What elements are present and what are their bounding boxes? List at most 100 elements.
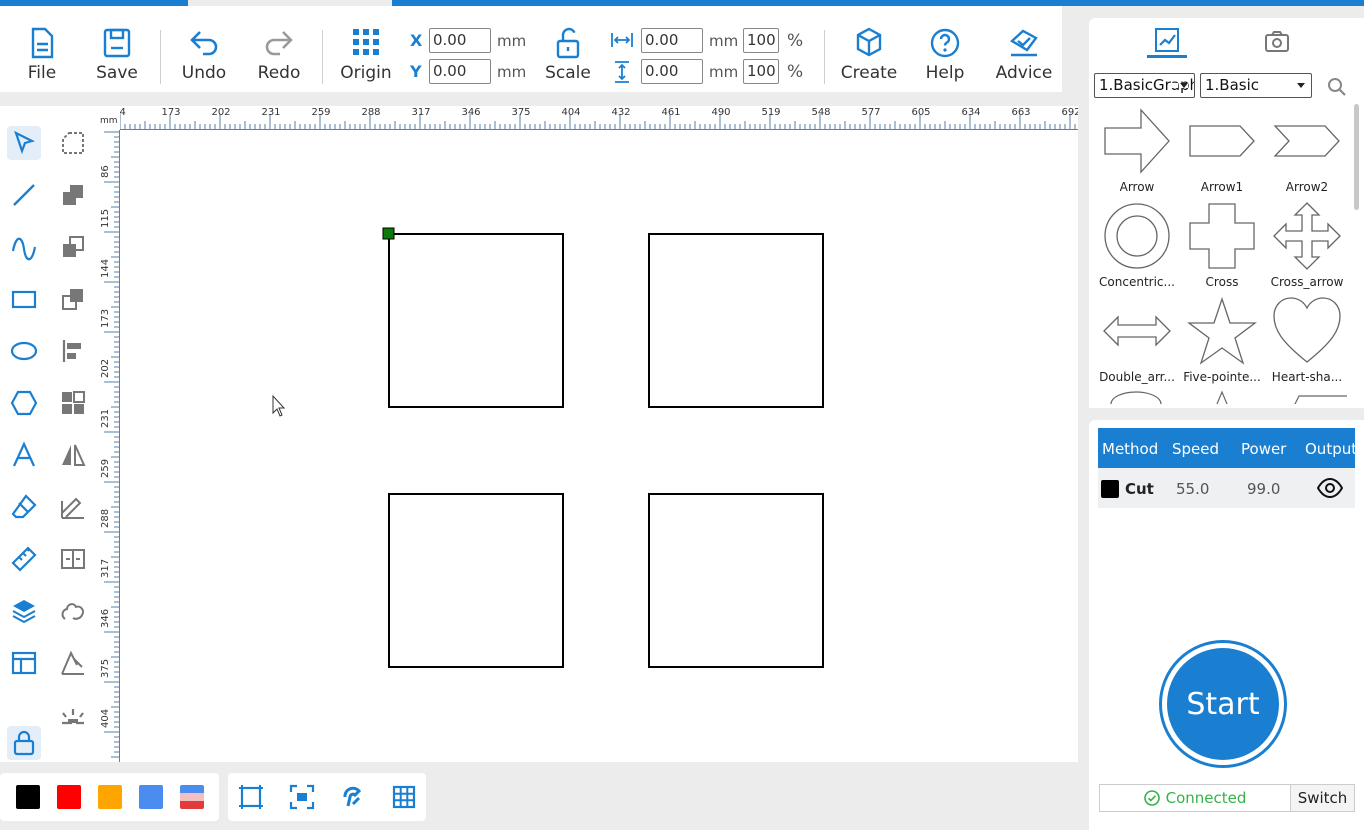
shape-cross-arrow[interactable]: Cross_arrow bbox=[1265, 201, 1349, 295]
help-label: Help bbox=[925, 63, 965, 83]
align-left-tool[interactable] bbox=[56, 334, 90, 368]
y-unit: mm bbox=[497, 63, 527, 81]
shape-arrow[interactable]: Arrow bbox=[1095, 106, 1179, 200]
eye-icon[interactable] bbox=[1317, 478, 1343, 498]
curve-tool[interactable] bbox=[7, 230, 41, 264]
subcategory-select[interactable]: 1.Basic bbox=[1200, 73, 1312, 98]
layout-tool[interactable] bbox=[7, 646, 41, 680]
grid-button[interactable] bbox=[389, 783, 419, 811]
measure-pen-tool[interactable] bbox=[56, 490, 90, 524]
cross-arrow-shape-icon bbox=[1273, 202, 1341, 270]
line-icon bbox=[13, 184, 35, 206]
advice-button[interactable]: Advice bbox=[990, 6, 1058, 92]
square-shape[interactable] bbox=[648, 233, 824, 408]
layer-table-header: Method Speed Power Output bbox=[1098, 428, 1357, 468]
height-input[interactable]: 0.00 bbox=[641, 59, 703, 84]
y-label: Y bbox=[410, 62, 422, 81]
combine-tool[interactable] bbox=[56, 178, 90, 212]
square-shape[interactable] bbox=[388, 233, 564, 408]
shape-heart[interactable]: Heart-sha... bbox=[1265, 296, 1349, 390]
layers-tool[interactable] bbox=[7, 594, 41, 628]
file-button[interactable]: File bbox=[18, 6, 66, 92]
text-tool[interactable] bbox=[7, 438, 41, 472]
origin-button[interactable]: Origin bbox=[336, 6, 396, 92]
outline-tool[interactable] bbox=[56, 594, 90, 628]
height-percent-input[interactable]: 100 bbox=[743, 59, 779, 84]
eraser-tool[interactable] bbox=[7, 490, 41, 524]
layers-icon bbox=[12, 600, 36, 624]
fit-page-button[interactable] bbox=[236, 783, 266, 811]
shape-cross[interactable]: Cross bbox=[1180, 201, 1264, 295]
text-icon bbox=[12, 441, 36, 467]
width-percent-sign: % bbox=[787, 31, 804, 51]
search-icon[interactable] bbox=[1327, 77, 1347, 97]
shape-list-scrollbar[interactable] bbox=[1354, 104, 1359, 210]
shape-library-panel: 1.BasicGraph 1.Basic Arrow Arrow1 Arrow2… bbox=[1089, 18, 1364, 408]
next-row-shapes bbox=[1110, 390, 1347, 404]
save-button[interactable]: Save bbox=[92, 6, 142, 92]
chevron-down-icon bbox=[1180, 83, 1188, 88]
x-position-input[interactable]: 0.00 bbox=[429, 28, 491, 53]
help-button[interactable]: Help bbox=[920, 6, 970, 92]
width-input[interactable]: 0.00 bbox=[641, 28, 703, 53]
layer-row[interactable]: Cut 55.0 99.0 bbox=[1098, 468, 1355, 508]
layout-icon bbox=[11, 651, 37, 675]
tab-graphics[interactable] bbox=[1147, 24, 1187, 58]
selection-handle[interactable] bbox=[382, 227, 395, 240]
redo-icon bbox=[265, 31, 293, 56]
ruler-tool[interactable] bbox=[7, 542, 41, 576]
redo-button[interactable]: Redo bbox=[252, 6, 306, 92]
shape-name: Cross_arrow bbox=[1270, 275, 1344, 289]
layer-power: 99.0 bbox=[1247, 480, 1281, 498]
copy-tool[interactable] bbox=[56, 230, 90, 264]
shape-arrow2[interactable]: Arrow2 bbox=[1265, 106, 1349, 200]
camera-icon bbox=[1265, 31, 1289, 52]
width-percent-input[interactable]: 100 bbox=[743, 28, 779, 53]
polygon-tool[interactable] bbox=[7, 386, 41, 420]
split-tool[interactable] bbox=[56, 542, 90, 576]
square-shape[interactable] bbox=[648, 493, 824, 668]
select-tool[interactable] bbox=[7, 126, 41, 160]
shape-name: Five-pointe... bbox=[1183, 370, 1261, 384]
scale-lock-button[interactable]: Scale bbox=[540, 6, 596, 92]
color-swatch-red[interactable] bbox=[57, 785, 81, 809]
layer-color-chip[interactable] bbox=[1101, 480, 1119, 498]
tab-camera[interactable] bbox=[1257, 24, 1297, 58]
grid-icon bbox=[392, 785, 416, 809]
color-swatch-blue[interactable] bbox=[139, 785, 163, 809]
undo-button[interactable]: Undo bbox=[176, 6, 232, 92]
path-pen-tool[interactable] bbox=[56, 646, 90, 680]
highlight-tool[interactable] bbox=[56, 698, 90, 732]
array-tool[interactable] bbox=[56, 386, 90, 420]
shape-star[interactable]: Five-pointe... bbox=[1180, 296, 1264, 390]
node-edit-tool[interactable] bbox=[56, 126, 90, 160]
color-swatch-more[interactable] bbox=[180, 785, 204, 809]
create-button[interactable]: Create bbox=[838, 6, 900, 92]
switch-button[interactable]: Switch bbox=[1291, 785, 1354, 811]
curve-icon bbox=[11, 237, 37, 261]
chevron-down-icon bbox=[1297, 83, 1305, 88]
fit-selection-button[interactable] bbox=[287, 783, 317, 811]
design-canvas[interactable]: |4 173 202 231 259 288 317 346 375 404 432 461 490 51… bbox=[98, 106, 1078, 762]
shape-concentric[interactable]: Concentric... bbox=[1095, 201, 1179, 295]
ellipse-tool[interactable] bbox=[7, 334, 41, 368]
shape-arrow1[interactable]: Arrow1 bbox=[1180, 106, 1264, 200]
rectangle-tool[interactable] bbox=[7, 282, 41, 316]
color-swatch-black[interactable] bbox=[16, 785, 40, 809]
height-icon bbox=[615, 61, 629, 83]
shape-double-arrow[interactable]: Double_arr... bbox=[1095, 296, 1179, 390]
mirror-tool[interactable] bbox=[56, 438, 90, 472]
magnet-icon bbox=[343, 786, 362, 807]
lock-tool[interactable] bbox=[7, 726, 41, 760]
square-shape[interactable] bbox=[388, 493, 564, 668]
view-controls bbox=[228, 773, 426, 821]
category-select[interactable]: 1.BasicGraph bbox=[1094, 73, 1195, 98]
y-position-input[interactable]: 0.00 bbox=[429, 59, 491, 84]
snap-button[interactable] bbox=[338, 783, 368, 811]
subtract-tool[interactable] bbox=[56, 282, 90, 316]
start-button[interactable]: Start bbox=[1159, 640, 1287, 768]
height-unit: mm bbox=[709, 63, 739, 81]
align-left-icon bbox=[62, 340, 81, 362]
color-swatch-orange[interactable] bbox=[98, 785, 122, 809]
line-tool[interactable] bbox=[7, 178, 41, 212]
